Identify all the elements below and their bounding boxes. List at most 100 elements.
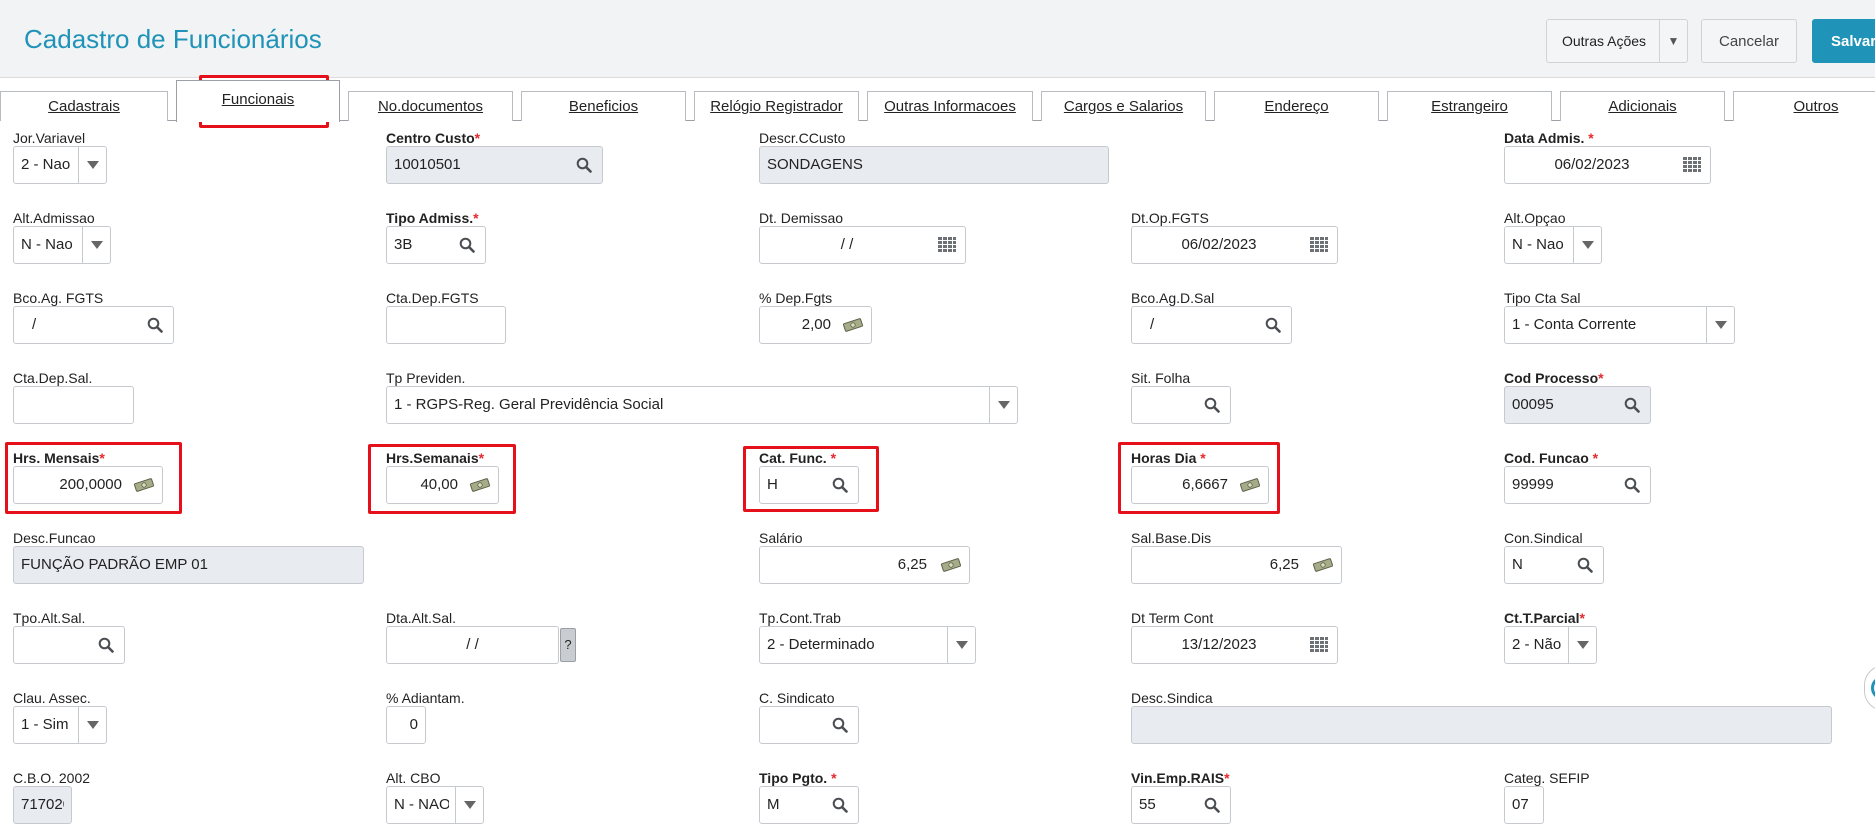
money-icon[interactable] [1307, 547, 1339, 583]
chevron-down-icon[interactable] [989, 387, 1017, 423]
alt-cbo-select[interactable]: N - NAO [386, 786, 484, 824]
calendar-icon[interactable] [1303, 227, 1335, 263]
chevron-down-icon[interactable] [78, 147, 106, 183]
tp-previden-select[interactable]: 1 - RGPS-Reg. Geral Previdência Social [386, 386, 1018, 424]
search-icon[interactable] [1196, 387, 1228, 423]
pct-adiantam-input[interactable]: 0 [386, 706, 426, 744]
vin-emp-rais-input[interactable]: 55 [1131, 786, 1231, 824]
alt-admissao-select[interactable]: N - Nao [13, 226, 111, 264]
bco-ag-fgts-value: / [32, 316, 37, 333]
dta-alt-sal-value: / / [466, 636, 479, 653]
search-icon[interactable] [1616, 467, 1648, 503]
search-icon[interactable] [1616, 387, 1648, 423]
descr-ccusto-input[interactable]: SONDAGENS [759, 146, 1109, 184]
dt-op-fgts-input[interactable]: 06/02/2023 [1131, 226, 1338, 264]
alt-opcao-select[interactable]: N - Nao [1504, 226, 1602, 264]
cod-processo-input[interactable]: 00095 [1504, 386, 1651, 424]
cta-dep-fgts-input[interactable] [386, 306, 506, 344]
money-icon[interactable] [837, 307, 869, 343]
bco-ag-d-sal-label: Bco.Ag.D.Sal [1131, 290, 1215, 306]
centro-custo-input[interactable]: 10010501 [386, 146, 603, 184]
search-icon[interactable] [451, 227, 483, 263]
search-icon[interactable] [568, 147, 600, 183]
con-sindical-label: Con.Sindical [1504, 530, 1583, 546]
jor-variavel-select[interactable]: 2 - Nao [13, 146, 107, 184]
money-icon[interactable] [1234, 467, 1266, 503]
chevron-down-icon[interactable] [455, 787, 483, 823]
alt-opcao-label: Alt.Opçao [1504, 210, 1566, 226]
tab-cadastrais[interactable]: Cadastrais [0, 91, 168, 121]
calendar-icon[interactable] [1303, 627, 1335, 663]
cancel-button[interactable]: Cancelar [1701, 19, 1797, 63]
hrs-semanais-input[interactable]: 40,00 [386, 466, 499, 504]
save-button[interactable]: Salvar [1812, 19, 1875, 63]
calendar-icon[interactable] [931, 227, 963, 263]
horas-dia-input[interactable]: 6,6667 [1131, 466, 1269, 504]
salario-input[interactable]: 6,25 [759, 546, 970, 584]
tpo-alt-sal-input[interactable] [13, 626, 125, 664]
help-button[interactable]: ? [560, 628, 576, 662]
con-sindical-input[interactable]: N [1504, 546, 1604, 584]
chevron-down-icon[interactable] [947, 627, 975, 663]
chevron-down-icon[interactable] [78, 707, 106, 743]
desc-funcao-input[interactable]: FUNÇÃO PADRÃO EMP 01 [13, 546, 364, 584]
chevron-down-icon[interactable] [1706, 307, 1734, 343]
search-icon[interactable] [139, 307, 171, 343]
sal-base-dis-input[interactable]: 6,25 [1131, 546, 1342, 584]
search-icon[interactable] [90, 627, 122, 663]
dta-alt-sal-input[interactable]: / / [386, 626, 559, 664]
clau-assec-select[interactable]: 1 - Sim [13, 706, 107, 744]
c-sindicato-input[interactable] [759, 706, 859, 744]
search-icon[interactable] [824, 467, 856, 503]
tab-relogio-registrador[interactable]: Relógio Registrador [694, 91, 859, 121]
cat-func-input[interactable]: H [759, 466, 859, 504]
tab-outros[interactable]: Outros [1733, 91, 1875, 121]
money-icon[interactable] [128, 467, 160, 503]
cod-funcao-input[interactable]: 99999 [1504, 466, 1651, 504]
ct-t-parcial-select[interactable]: 2 - Não [1504, 626, 1597, 664]
chevron-down-icon[interactable] [1568, 627, 1596, 663]
hrs-mensais-value: 200,0000 [59, 476, 122, 493]
dt-term-cont-value: 13/12/2023 [1181, 636, 1257, 653]
tp-cont-trab-select[interactable]: 2 - Determinado [759, 626, 976, 664]
tab-no-documentos[interactable]: No.documentos [348, 91, 513, 121]
caret-down-icon[interactable]: ▼ [1659, 20, 1687, 62]
desc-sindica-value [1139, 707, 1824, 743]
cta-dep-sal-input[interactable] [13, 386, 134, 424]
tab-adicionais[interactable]: Adicionais [1560, 91, 1725, 121]
money-icon[interactable] [935, 547, 967, 583]
categ-sefip-input[interactable]: 07 [1504, 786, 1544, 824]
dt-term-cont-input[interactable]: 13/12/2023 [1131, 626, 1338, 664]
chevron-down-icon[interactable] [82, 227, 110, 263]
tab-cargos-e-salarios[interactable]: Cargos e Salarios [1041, 91, 1206, 121]
tipo-pgto-input[interactable]: M [759, 786, 859, 824]
tab-outras-informacoes[interactable]: Outras Informacoes [867, 91, 1033, 121]
tipo-cta-sal-select[interactable]: 1 - Conta Corrente [1504, 306, 1735, 344]
tab-estrangeiro[interactable]: Estrangeiro [1387, 91, 1552, 121]
pct-dep-fgts-input[interactable]: 2,00 [759, 306, 872, 344]
cbo-2002-input[interactable]: 717020 [13, 786, 72, 824]
desc-sindica-input[interactable] [1131, 706, 1832, 744]
pct-adiantam-label: % Adiantam. [386, 690, 465, 706]
chevron-down-icon[interactable] [1573, 227, 1601, 263]
bco-ag-d-sal-input[interactable]: / [1131, 306, 1292, 344]
tab-funcionais[interactable]: Funcionais [176, 80, 340, 122]
search-icon[interactable] [1257, 307, 1289, 343]
cod-processo-value: 00095 [1512, 396, 1554, 413]
bco-ag-fgts-input[interactable]: / [13, 306, 174, 344]
data-admis-input[interactable]: 06/02/2023 [1504, 146, 1711, 184]
tab-beneficios[interactable]: Beneficios [521, 91, 686, 121]
search-icon[interactable] [1569, 547, 1601, 583]
hrs-mensais-input[interactable]: 200,0000 [13, 466, 163, 504]
tipo-admiss-input[interactable]: 3B [386, 226, 486, 264]
sit-folha-input[interactable] [1131, 386, 1231, 424]
dt-demissao-input[interactable]: / / [759, 226, 966, 264]
search-icon[interactable] [824, 787, 856, 823]
other-actions-button[interactable]: Outras Ações ▼ [1546, 19, 1688, 63]
cod-funcao-label: Cod. Funcao * [1504, 450, 1599, 466]
tab-endereco[interactable]: Endereço [1214, 91, 1379, 121]
money-icon[interactable] [464, 467, 496, 503]
calendar-icon[interactable] [1676, 147, 1708, 183]
search-icon[interactable] [1196, 787, 1228, 823]
search-icon[interactable] [824, 707, 856, 743]
